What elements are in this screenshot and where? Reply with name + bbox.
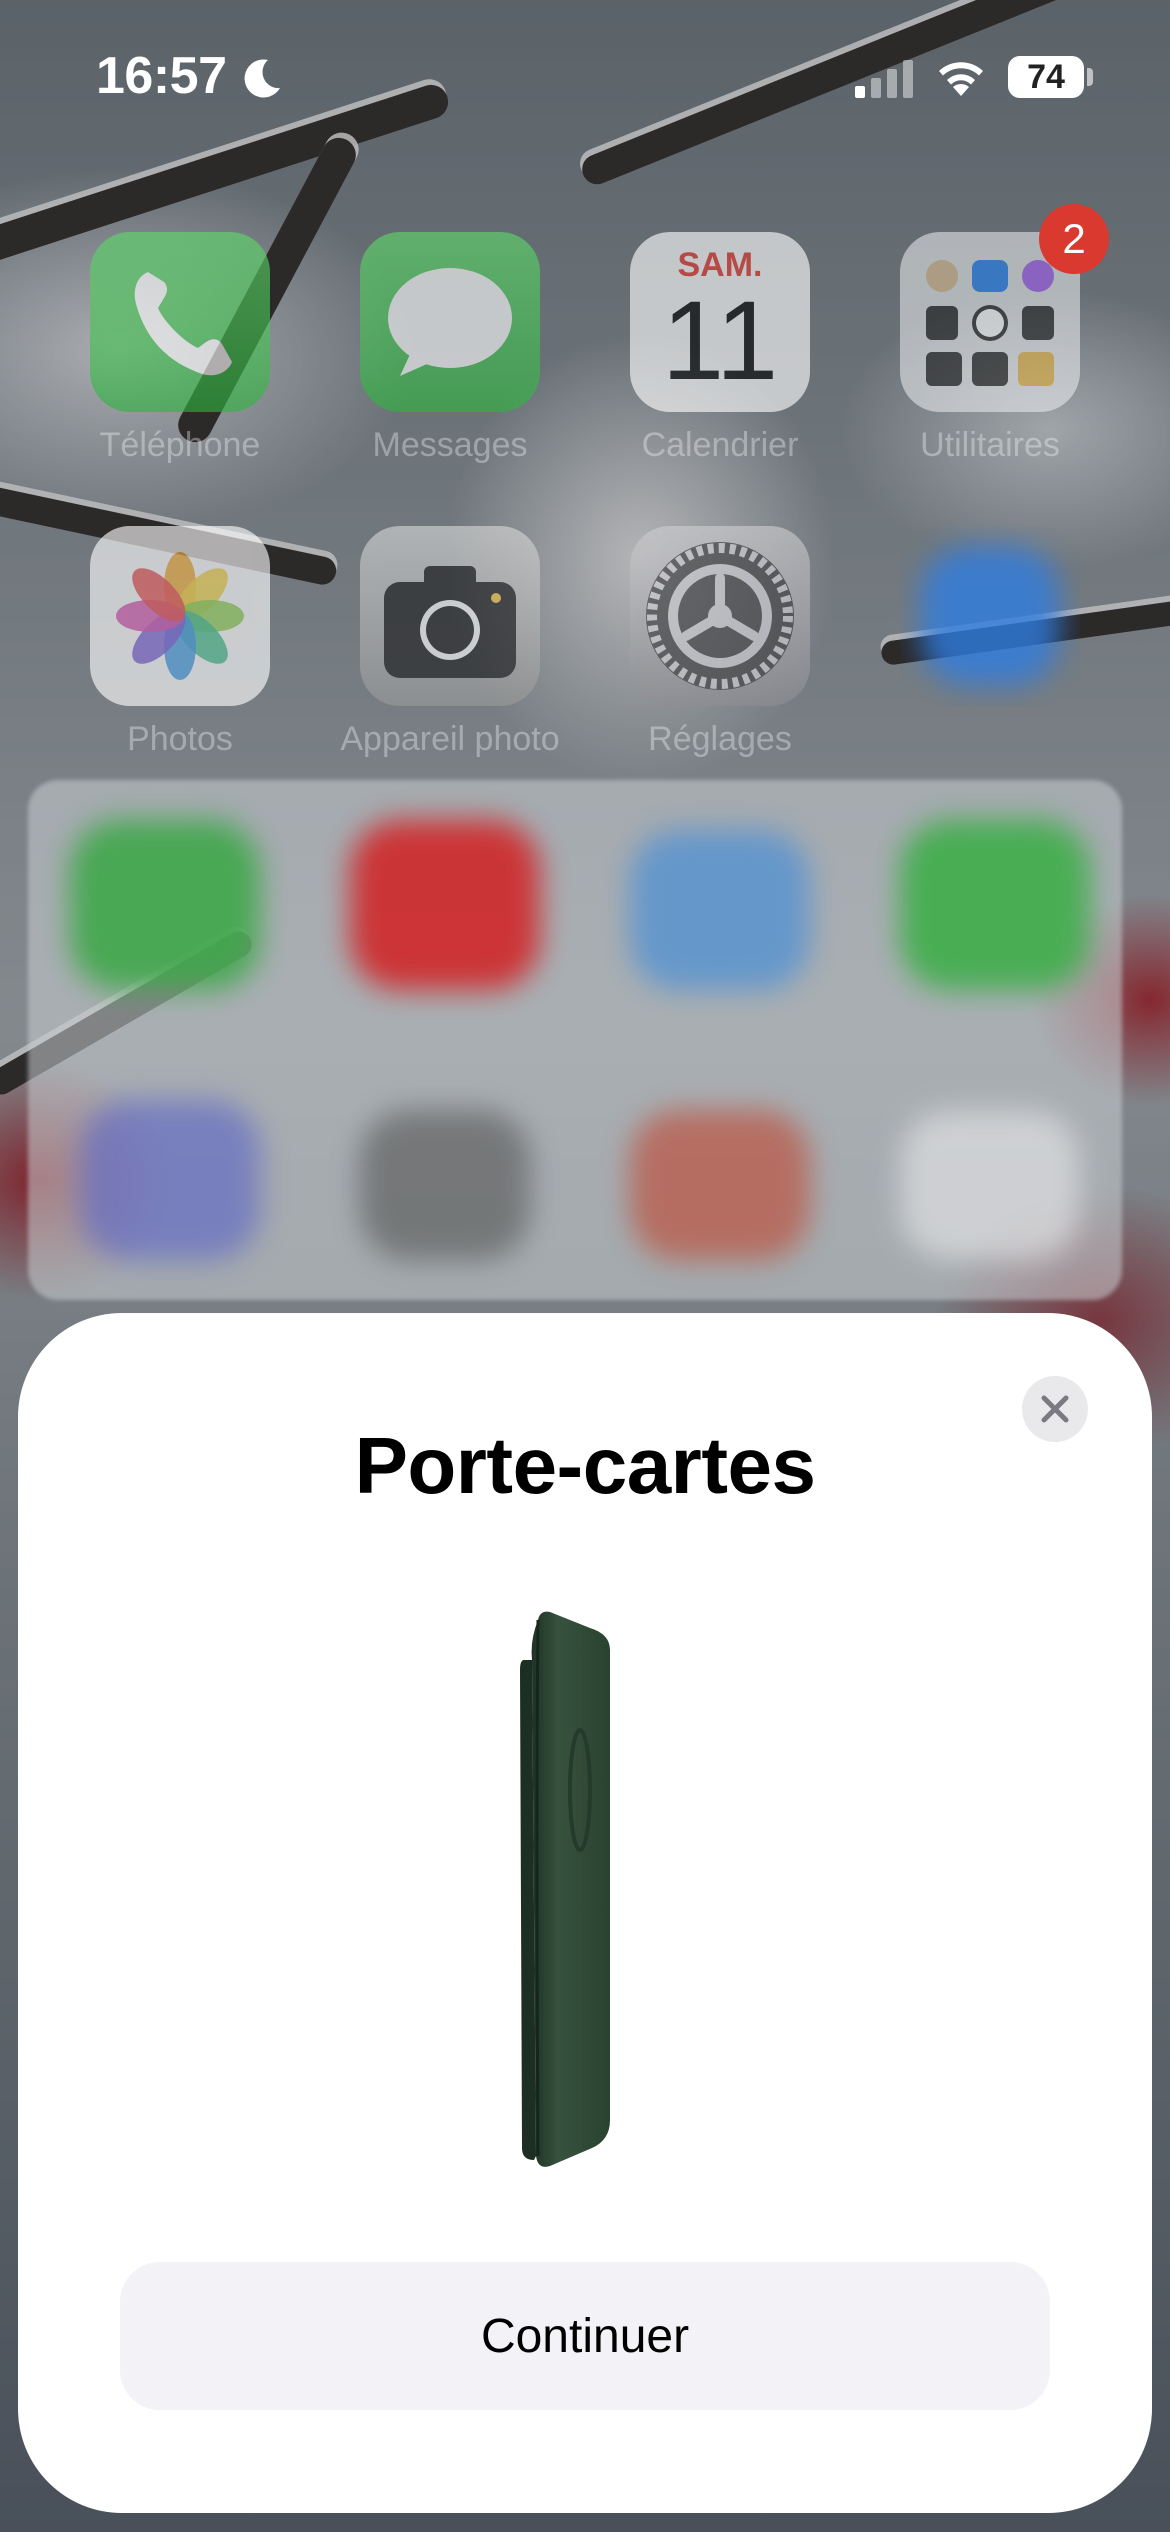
notification-badge: 2 xyxy=(1039,204,1109,274)
continue-button[interactable]: Continuer xyxy=(120,2262,1050,2410)
blurred-app-icon xyxy=(630,1110,810,1260)
do-not-disturb-moon-icon xyxy=(244,59,280,98)
app-label: Calendrier xyxy=(641,426,799,464)
app-label: Photos xyxy=(127,720,233,758)
phone-icon xyxy=(90,232,270,412)
sheet-title: Porte-cartes xyxy=(354,1421,816,1510)
blurred-app-icon xyxy=(360,1110,530,1260)
battery-nub xyxy=(1087,68,1093,86)
camera-icon xyxy=(360,526,540,706)
magsafe-wallet-image xyxy=(520,1611,610,2167)
wifi-icon xyxy=(939,62,983,96)
app-label: Messages xyxy=(372,426,528,464)
calendar-icon: SAM. 11 xyxy=(630,232,810,412)
app-label: Téléphone xyxy=(99,426,261,464)
blurred-app-icon xyxy=(80,1100,260,1260)
status-time: 16:57 xyxy=(96,47,227,105)
app-appareil-photo[interactable]: Appareil photo xyxy=(340,526,560,759)
cellular-signal-icon xyxy=(855,60,913,98)
app-reglages[interactable]: Réglages xyxy=(630,526,810,759)
app-telephone[interactable]: Téléphone xyxy=(90,232,270,465)
app-photos[interactable]: Photos xyxy=(90,526,270,759)
blurred-app-icon xyxy=(630,830,810,990)
app-blurred[interactable] xyxy=(900,526,1080,706)
blurred-app-icon xyxy=(900,526,1080,706)
blurred-app-icon xyxy=(350,820,540,990)
app-label: Réglages xyxy=(648,720,792,758)
settings-gear-icon xyxy=(630,526,810,706)
calendar-date: 11 xyxy=(661,278,779,403)
app-label: Appareil photo xyxy=(340,720,560,758)
app-calendrier[interactable]: SAM. 11 Calendrier xyxy=(630,232,810,465)
battery-indicator: 74 xyxy=(1008,56,1084,98)
app-label: Utilitaires xyxy=(920,426,1060,464)
messages-bubble-icon xyxy=(360,232,540,412)
photos-flower-icon xyxy=(90,526,270,706)
blurred-app-icon xyxy=(900,820,1090,990)
blurred-app-icon xyxy=(70,820,260,990)
blurred-app-icon xyxy=(900,1110,1080,1260)
app-messages[interactable]: Messages xyxy=(360,232,540,465)
